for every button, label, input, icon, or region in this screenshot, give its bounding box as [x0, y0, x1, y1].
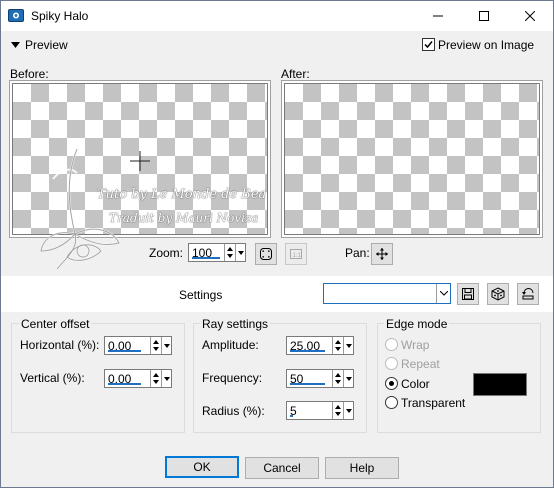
radius-input[interactable] — [286, 401, 354, 420]
preset-dropdown-button[interactable] — [436, 284, 450, 303]
edge-transparent-label: Transparent — [401, 396, 466, 410]
amplitude-underline — [290, 350, 325, 352]
watermark-text-line2: Traduit by Mauri Noviza — [109, 211, 259, 225]
close-button[interactable] — [507, 1, 553, 31]
amplitude-dropdown[interactable] — [343, 337, 353, 354]
triangle-down-icon — [11, 42, 20, 48]
preset-combo[interactable] — [323, 283, 451, 304]
before-label: Before: — [10, 67, 49, 81]
amplitude-spinner[interactable] — [332, 337, 343, 354]
horizontal-spinner[interactable] — [150, 337, 161, 354]
after-preview-frame — [281, 80, 543, 238]
radius-label: Radius (%): — [202, 404, 265, 418]
vertical-spinner[interactable] — [150, 370, 161, 387]
save-preset-button[interactable] — [457, 283, 479, 305]
edge-color-swatch[interactable] — [473, 373, 527, 396]
frequency-label: Frequency: — [202, 371, 263, 385]
edge-wrap-label: Wrap — [401, 338, 430, 352]
move-cross-icon — [376, 248, 388, 260]
zoom-actual-size-button[interactable]: 1:1 — [285, 243, 307, 265]
ok-button[interactable]: OK — [165, 456, 239, 478]
help-button[interactable]: Help — [325, 457, 399, 479]
amplitude-label: Amplitude: — [202, 338, 259, 352]
settings-label: Settings — [179, 288, 223, 302]
zoom-label: Zoom: — [149, 246, 184, 260]
minimize-button[interactable] — [415, 1, 461, 31]
frequency-underline — [290, 383, 325, 385]
checkmark-icon — [424, 41, 433, 49]
chevron-down-icon — [440, 291, 448, 296]
preview-label: Preview — [25, 38, 68, 52]
svg-text:1:1: 1:1 — [293, 253, 302, 259]
radius-spinner[interactable] — [332, 402, 343, 419]
spiky-halo-dialog: Spiky Halo Preview Preview on Image Befo… — [0, 0, 554, 488]
pan-button[interactable] — [371, 243, 393, 265]
zoom-actual-size-icon: 1:1 — [290, 249, 302, 259]
radius-value[interactable] — [290, 403, 330, 418]
edge-color-label: Color — [401, 377, 430, 391]
preview-on-image-checkbox[interactable] — [422, 38, 435, 51]
radius-dropdown[interactable] — [343, 402, 353, 419]
center-offset-title: Center offset — [19, 317, 92, 331]
cancel-button[interactable]: Cancel — [245, 457, 319, 479]
frequency-input[interactable] — [286, 369, 354, 388]
minimize-icon — [433, 15, 443, 17]
dice-icon — [491, 287, 505, 301]
edge-repeat-label: Repeat — [401, 357, 440, 371]
frequency-spinner[interactable] — [332, 370, 343, 387]
zoom-dropdown[interactable] — [235, 244, 245, 261]
edge-mode-title: Edge mode — [384, 317, 450, 331]
vertical-underline — [108, 383, 141, 385]
maximize-icon — [479, 11, 489, 21]
horizontal-label: Horizontal (%): — [20, 338, 100, 352]
randomize-button[interactable] — [487, 283, 509, 305]
amplitude-input[interactable] — [286, 336, 354, 355]
zoom-fit-icon — [260, 248, 272, 260]
vertical-dropdown[interactable] — [161, 370, 171, 387]
horizontal-underline — [108, 350, 141, 352]
vertical-input[interactable] — [104, 369, 172, 388]
reset-button[interactable] — [517, 283, 539, 305]
preview-on-image-label: Preview on Image — [438, 38, 535, 52]
maximize-button[interactable] — [461, 1, 507, 31]
window-title: Spiky Halo — [31, 9, 89, 23]
edge-transparent-radio[interactable] — [385, 396, 398, 409]
edge-repeat-radio[interactable] — [385, 357, 398, 370]
edge-wrap-radio[interactable] — [385, 338, 398, 351]
close-icon — [525, 11, 535, 21]
ray-settings-title: Ray settings — [200, 317, 271, 331]
edge-color-radio[interactable] — [385, 377, 398, 390]
preview-toggle[interactable]: Preview — [9, 38, 89, 54]
vertical-label: Vertical (%): — [20, 371, 85, 385]
reset-icon — [522, 288, 534, 300]
title-bar: Spiky Halo — [1, 1, 553, 31]
frequency-dropdown[interactable] — [343, 370, 353, 387]
after-preview[interactable] — [284, 83, 540, 235]
pan-label: Pan: — [345, 246, 370, 260]
spiky-halo-app-icon — [8, 9, 24, 22]
zoom-input[interactable] — [188, 243, 246, 262]
radius-underline — [290, 415, 293, 417]
zoom-underline — [192, 257, 220, 259]
after-label: After: — [281, 67, 310, 81]
horizontal-input[interactable] — [104, 336, 172, 355]
horizontal-dropdown[interactable] — [161, 337, 171, 354]
zoom-fit-button[interactable] — [255, 243, 277, 265]
zoom-spinner[interactable] — [224, 244, 235, 261]
save-icon — [462, 288, 474, 300]
watermark-text-line1: Tuto by Le Monde de Bea — [97, 187, 267, 202]
